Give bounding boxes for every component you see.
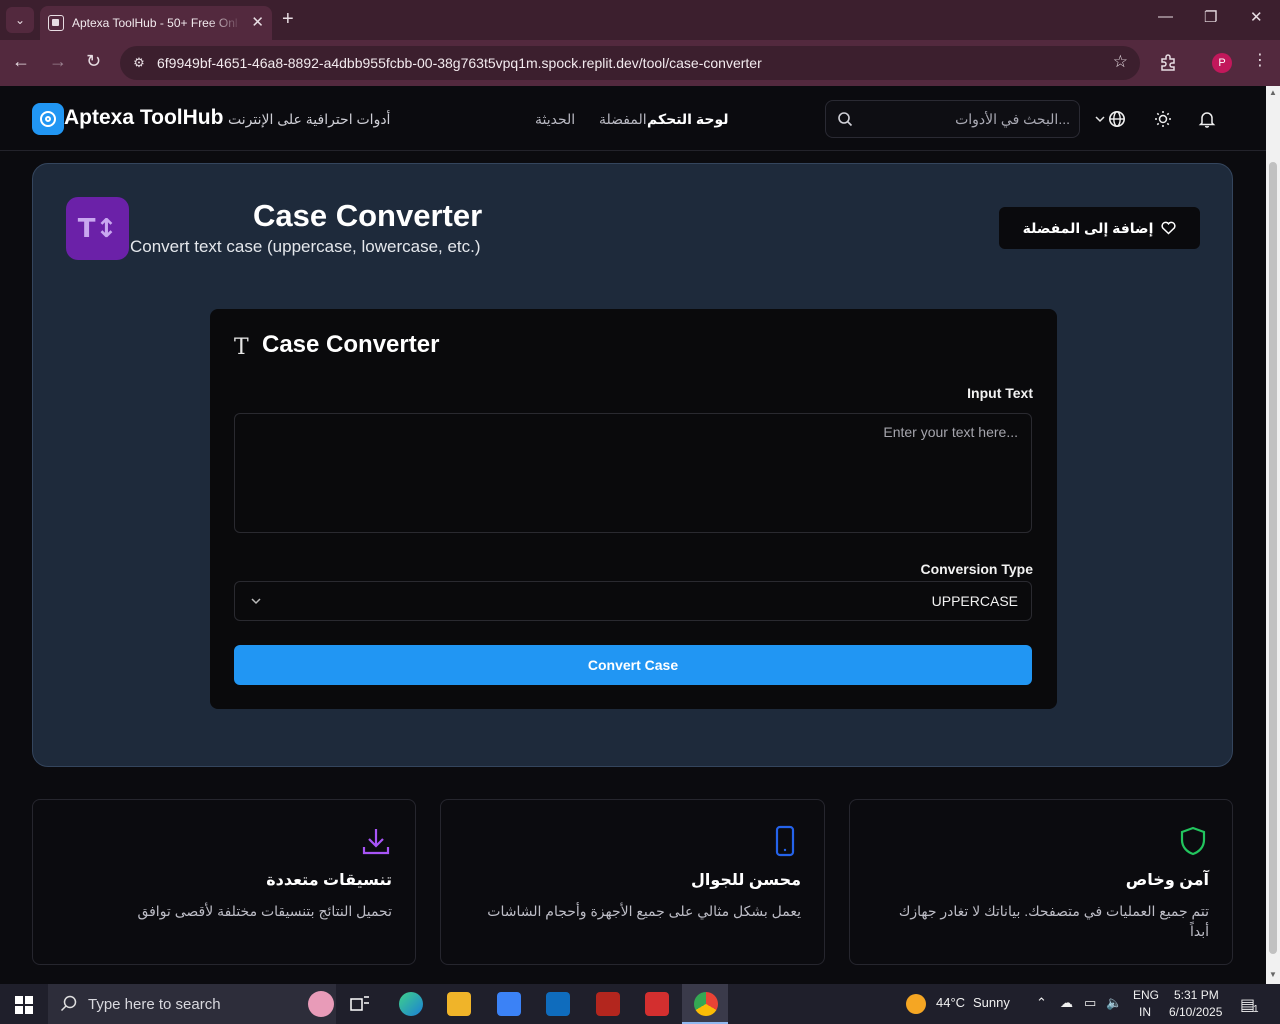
feature-description: تتم جميع العمليات في متصفحك. بياناتك لا … — [898, 903, 1209, 939]
feature-description: يعمل بشكل مثالي على جميع الأجهزة وأحجام … — [487, 903, 801, 919]
browser-toolbar: ← → ↻ ⚙ 6f9949bf-4651-46a8-8892-a4dbb955… — [0, 40, 1280, 86]
tab-list-button[interactable]: ⌄ — [6, 7, 34, 33]
brand-name[interactable]: Aptexa ToolHub — [64, 106, 223, 130]
language-region[interactable]: IN — [1139, 1005, 1151, 1019]
notification-count: 1 — [1253, 1004, 1259, 1015]
extensions-icon[interactable] — [1158, 52, 1178, 72]
feature-description: تحميل النتائج بتنسيقات مختلفة لأقصى تواف… — [137, 903, 392, 919]
conversion-type-label: Conversion Type — [920, 561, 1033, 577]
chevron-down-icon — [251, 598, 261, 605]
browser-tab-active[interactable]: Aptexa ToolHub - 50+ Free Onl ✕ — [40, 6, 272, 40]
clock-time[interactable]: 5:31 PM — [1174, 988, 1219, 1002]
weather-sun-icon[interactable] — [906, 994, 926, 1014]
logo-icon[interactable] — [32, 103, 64, 135]
bell-icon[interactable] — [1198, 110, 1216, 128]
chrome-taskbar-button[interactable] — [682, 984, 728, 1024]
browser-menu-icon[interactable]: ⋮ — [1252, 50, 1268, 70]
forward-icon[interactable]: → — [49, 51, 67, 72]
profile-avatar[interactable]: P — [1212, 53, 1232, 73]
scroll-down-icon[interactable]: ▼ — [1269, 970, 1277, 979]
url-text[interactable]: 6f9949bf-4651-46a8-8892-a4dbb955fcbb-00-… — [157, 55, 762, 71]
scroll-thumb[interactable] — [1269, 162, 1277, 954]
convert-case-button[interactable]: Convert Case — [234, 645, 1032, 685]
text-case-icon: T↕ — [66, 197, 129, 260]
page-scrollbar[interactable]: ▲ ▼ — [1266, 86, 1280, 984]
heart-icon — [1161, 221, 1176, 235]
weather-text[interactable]: Sunny — [973, 995, 1010, 1010]
site-favicon-icon — [48, 15, 64, 31]
weather-temp[interactable]: 44°C — [936, 995, 965, 1010]
volume-icon[interactable]: 🔈 — [1106, 995, 1122, 1011]
conversion-type-select[interactable]: UPPERCASE — [234, 581, 1032, 621]
smartphone-icon — [775, 825, 795, 857]
chevron-up-icon[interactable]: ⌃ — [1036, 995, 1047, 1011]
add-to-favorites-button[interactable]: إضافة إلى المفضلة — [999, 207, 1200, 249]
pdf-app-icon[interactable] — [645, 992, 669, 1016]
shield-icon — [1180, 826, 1206, 856]
card-title: Case Converter — [262, 331, 440, 358]
chrome-icon — [694, 992, 718, 1016]
search-box — [825, 100, 1080, 138]
taskbar-search[interactable]: Type here to search — [48, 984, 336, 1024]
task-view-icon[interactable] — [350, 995, 370, 1013]
input-text-label: Input Text — [967, 385, 1033, 401]
language-code[interactable]: ENG — [1133, 988, 1159, 1002]
close-tab-icon[interactable]: ✕ — [251, 13, 264, 31]
feature-title: آمن وخاص — [1125, 872, 1209, 889]
search-icon — [838, 112, 853, 127]
nav-dashboard[interactable]: لوحة التحكم — [647, 111, 728, 128]
edge-icon[interactable] — [399, 992, 423, 1016]
chevron-down-icon[interactable] — [1094, 110, 1106, 128]
sun-icon[interactable] — [1154, 110, 1172, 128]
browser-tabbar: ⌄ Aptexa ToolHub - 50+ Free Onl ✕ + — ❐ … — [0, 0, 1280, 40]
close-window-icon[interactable]: ✕ — [1250, 8, 1263, 26]
feature-card-secure: آمن وخاص تتم جميع العمليات في متصفحك. بي… — [849, 799, 1233, 965]
windows-start-icon[interactable] — [15, 996, 33, 1014]
minimize-icon[interactable]: — — [1158, 8, 1173, 25]
globe-icon[interactable] — [1108, 110, 1126, 128]
converter-card: T Case Converter Input Text Conversion T… — [210, 309, 1057, 709]
file-explorer-icon[interactable] — [447, 992, 471, 1016]
feature-card-mobile: محسن للجوال يعمل بشكل مثالي على جميع الأ… — [440, 799, 825, 965]
microsoft-store-icon[interactable] — [497, 992, 521, 1016]
site-settings-icon[interactable]: ⚙ — [130, 54, 148, 72]
tool-hero: T↕ Case Converter Convert text case (upp… — [32, 163, 1233, 767]
site-header: Aptexa ToolHub أدوات احترافية على الإنتر… — [0, 86, 1266, 151]
app-icon[interactable] — [596, 992, 620, 1016]
tool-description: Convert text case (uppercase, lowercase,… — [130, 237, 481, 256]
feature-title: تنسيقات متعددة — [266, 872, 392, 889]
reload-icon[interactable]: ↻ — [86, 51, 101, 72]
onedrive-icon[interactable]: ☁ — [1060, 995, 1073, 1011]
outlook-icon[interactable] — [546, 992, 570, 1016]
back-icon[interactable]: ← — [12, 51, 30, 72]
clock-date[interactable]: 6/10/2025 — [1169, 1005, 1222, 1019]
page-title: Case Converter — [253, 198, 483, 233]
bookmark-star-icon[interactable]: ☆ — [1113, 52, 1128, 72]
search-highlight-icon — [308, 991, 334, 1017]
new-tab-button[interactable]: + — [282, 8, 294, 31]
network-icon[interactable]: ▭ — [1084, 995, 1096, 1011]
feature-title: محسن للجوال — [690, 872, 801, 889]
input-textarea[interactable] — [234, 413, 1032, 533]
type-icon: T — [234, 335, 249, 360]
tagline: أدوات احترافية على الإنترنت — [228, 111, 391, 127]
page-viewport: Aptexa ToolHub أدوات احترافية على الإنتر… — [0, 86, 1266, 984]
search-input[interactable] — [862, 101, 1070, 137]
windows-taskbar: Type here to search 44°C Sunny ⌃ ☁ ▭ 🔈 E… — [0, 984, 1280, 1024]
search-icon — [60, 995, 77, 1012]
tab-title: Aptexa ToolHub - 50+ Free Onl — [72, 16, 238, 30]
feature-card-formats: تنسيقات متعددة تحميل النتائج بتنسيقات مخ… — [32, 799, 416, 965]
download-icon — [362, 829, 390, 855]
conversion-type-value: UPPERCASE — [931, 593, 1018, 609]
address-bar[interactable]: ⚙ 6f9949bf-4651-46a8-8892-a4dbb955fcbb-0… — [120, 46, 1140, 80]
favorite-button-label: إضافة إلى المفضلة — [1022, 219, 1154, 236]
nav-recent[interactable]: الحديثة — [535, 111, 575, 128]
nav-favorites[interactable]: المفضلة — [599, 111, 647, 128]
taskbar-search-text: Type here to search — [88, 995, 221, 1013]
restore-icon[interactable]: ❐ — [1204, 8, 1217, 26]
scroll-up-icon[interactable]: ▲ — [1269, 88, 1277, 97]
